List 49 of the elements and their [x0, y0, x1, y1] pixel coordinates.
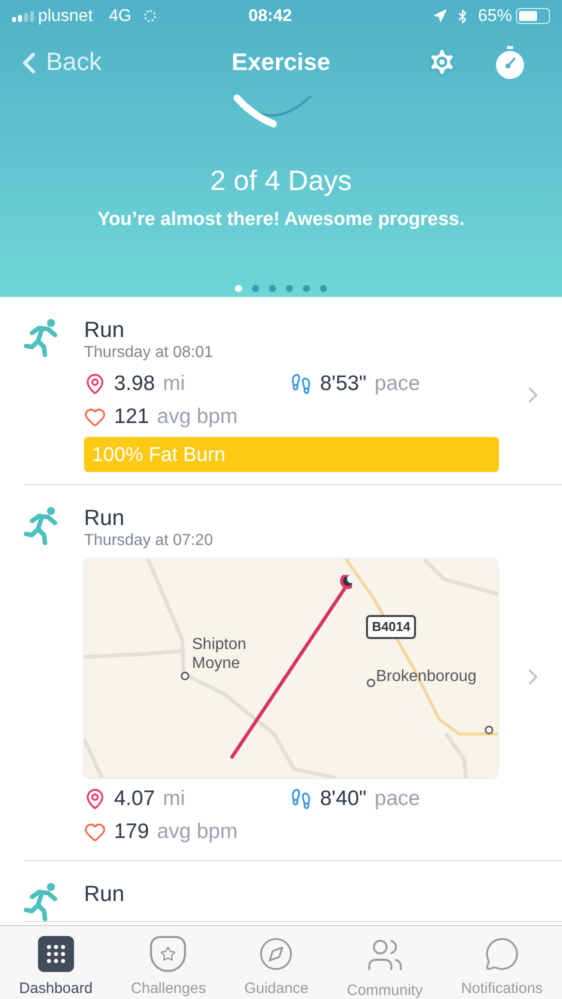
zone-banner: 100% Fat Burn [84, 437, 499, 472]
pace-value: 8'40" [320, 786, 367, 812]
map-label: Brokenboroug [376, 667, 477, 687]
heart-icon [84, 406, 106, 428]
signal-icon [12, 10, 34, 22]
distance-unit: mi [162, 370, 186, 397]
tab-bar-item[interactable]: Notifications [461, 936, 543, 999]
chat-bubble-icon [484, 936, 520, 972]
map-label: Shipton Moyne [192, 635, 248, 673]
route-map[interactable]: Shipton Moyne B4014 Brokenboroug [84, 559, 498, 778]
heart-rate-value: 179 [114, 818, 150, 845]
location-pin-icon [84, 372, 106, 394]
compass-icon [258, 936, 294, 972]
tab-bar-item[interactable]: Guidance [244, 936, 309, 999]
star-shield-icon [150, 936, 186, 972]
activity-time: Thursday at 07:20 [84, 531, 214, 551]
screen-title: Exercise [230, 48, 332, 78]
activity-time: Thursday at 08:01 [84, 343, 214, 363]
clock-time: 08:42 [248, 5, 293, 28]
tab-bar-item[interactable]: Challenges [130, 936, 206, 999]
activity-title: Run [84, 317, 126, 343]
activity-title: Run [84, 505, 126, 531]
loading-icon [144, 10, 156, 22]
location-pin-icon [84, 788, 106, 810]
location-arrow-icon [432, 9, 447, 23]
dashboard-icon [38, 936, 74, 972]
heart-rate-value: 121 [114, 404, 150, 430]
settings-icon[interactable] [426, 46, 458, 78]
pace-value: 8'53" [320, 370, 367, 397]
battery-percent: 65% [478, 5, 512, 28]
back-button[interactable]: Back [12, 44, 162, 82]
carrier-name: plusnet [38, 5, 93, 28]
goal-headline: 2 of 4 Days [209, 164, 353, 198]
heart-rate-unit: avg bpm [157, 818, 238, 845]
activity-title: Run [84, 881, 126, 907]
battery-icon [516, 8, 550, 24]
pace-unit: pace [374, 370, 420, 397]
network-type: 4G [108, 5, 132, 28]
heart-icon [84, 820, 106, 842]
distance-value: 3.98 [114, 370, 155, 397]
pace-unit: pace [374, 786, 420, 812]
distance-unit: mi [162, 786, 186, 812]
road-sign: B4014 [366, 615, 416, 638]
heart-rate-unit: avg bpm [157, 404, 238, 430]
tab-bar-item[interactable]: Dashboard [19, 936, 93, 999]
stopwatch-icon[interactable] [494, 46, 526, 80]
goal-message: You’re almost there! Awesome progress. [96, 208, 466, 232]
distance-value: 4.07 [114, 786, 155, 812]
tab-bar-item[interactable]: Community [346, 936, 423, 999]
